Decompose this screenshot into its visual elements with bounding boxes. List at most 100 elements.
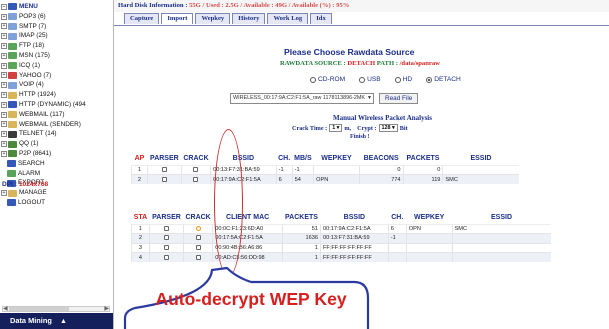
analysis-title: Manual Wireless Packet Analysis	[333, 114, 432, 122]
tree-item[interactable]: + WEBMAIL (117)	[1, 110, 113, 120]
source-radio[interactable]: HD	[394, 76, 412, 83]
column-header: PACKETS	[282, 212, 321, 225]
tree-item[interactable]: + TELNET (14)	[1, 129, 113, 139]
expand-icon[interactable]: +	[1, 92, 7, 99]
tree-item[interactable]: + P2P (8641)	[1, 149, 113, 159]
table-cell	[387, 242, 407, 253]
radio-dot[interactable]	[426, 76, 433, 83]
table-cell[interactable]	[146, 164, 182, 175]
tab-item[interactable]: History	[232, 13, 266, 24]
crack-checkbox[interactable]	[195, 244, 201, 250]
tree-item[interactable]: LOGOUT	[1, 198, 113, 208]
parser-checkbox[interactable]	[163, 235, 169, 241]
tree-item[interactable]: + QQ (1)	[1, 139, 113, 149]
table-row[interactable]: 3 00:90:4B:B6:A6:86 1 FF:FF:FF:FF:FF:FF	[131, 242, 551, 253]
table-cell[interactable]	[148, 242, 184, 253]
tree-item[interactable]: + SMTP (7)	[1, 22, 113, 32]
parser-checkbox[interactable]	[161, 166, 167, 172]
table-cell[interactable]	[182, 252, 213, 262]
table-cell[interactable]	[182, 242, 213, 253]
tab-item[interactable]: Work Log	[267, 13, 309, 24]
collapse-icon[interactable]: −	[1, 3, 7, 10]
table-cell[interactable]	[182, 223, 213, 234]
tree-horizontal-scrollbar[interactable]: ◀ ▶	[2, 305, 110, 312]
table-row[interactable]: 1 00:13:F7:31:BA:59 -1 -1 0 0	[131, 164, 519, 175]
tab-item[interactable]: Capture	[124, 13, 160, 24]
tree-item[interactable]: + MANAGE	[1, 188, 113, 198]
parser-checkbox[interactable]	[163, 254, 169, 260]
tab-item[interactable]: Import	[161, 13, 194, 24]
tree-item-label: P2P (8641)	[19, 149, 52, 157]
table-row[interactable]: 1 00:0C:F1:23:6D:A0 51 00:17:9A:C2:F1:5A 6 OP…	[131, 223, 551, 234]
tree-item[interactable]: + FTP (18)	[1, 41, 113, 51]
tree-item-label: VOIP (4)	[19, 81, 44, 89]
tree-item[interactable]: + ICQ (1)	[1, 61, 113, 71]
crack-checkbox[interactable]	[195, 235, 201, 241]
expand-icon[interactable]: +	[1, 150, 7, 157]
parser-checkbox[interactable]	[163, 225, 169, 231]
expand-icon[interactable]: +	[1, 72, 7, 79]
source-radio[interactable]: CD-ROM	[310, 76, 345, 83]
read-file-button[interactable]: Read File	[379, 93, 419, 104]
expand-icon[interactable]: +	[1, 52, 7, 59]
table-cell[interactable]	[182, 233, 213, 243]
tree-item[interactable]: + YAHOO (7)	[1, 71, 113, 81]
crack-checkbox[interactable]	[195, 254, 201, 260]
radio-dot[interactable]	[394, 76, 401, 83]
table-cell[interactable]	[148, 252, 184, 262]
table-cell	[405, 252, 453, 262]
parser-checkbox[interactable]	[161, 176, 167, 182]
source-radio[interactable]: DETACH	[426, 76, 461, 83]
expand-icon[interactable]: +	[1, 101, 7, 108]
table-cell: 1	[131, 164, 148, 175]
tab-item[interactable]: Idx	[310, 13, 332, 24]
tree-item[interactable]: ALARM	[1, 169, 113, 179]
expand-icon[interactable]: +	[1, 23, 7, 30]
path-value: /data/spanraw	[399, 60, 440, 67]
crack-checkbox[interactable]	[193, 176, 199, 182]
table-row[interactable]: 2 00:17:9A:C2:F1:5A 6 54 OPN 774 119 SMC	[131, 174, 519, 184]
scroll-thumb[interactable]	[9, 307, 69, 311]
expand-icon[interactable]: +	[1, 190, 7, 197]
expand-icon[interactable]: +	[1, 82, 7, 89]
scroll-left-arrow-icon[interactable]: ◀	[3, 305, 8, 312]
expand-icon[interactable]: +	[1, 121, 7, 128]
expand-icon[interactable]: +	[1, 43, 7, 50]
tree-item[interactable]: + HTTP (1924)	[1, 90, 113, 100]
crack-time-select[interactable]: 1 ▾	[329, 124, 343, 132]
crack-checkbox[interactable]	[195, 225, 201, 231]
table-cell: 4	[131, 252, 150, 262]
tree-item[interactable]: + WEBMAIL (SENDER)	[1, 120, 113, 130]
tree-item[interactable]: SEARCH	[1, 159, 113, 169]
crack-checkbox[interactable]	[193, 166, 199, 172]
table-cell[interactable]	[180, 164, 211, 175]
crack-settings: Crack Time : 1 ▾ m, Crypt : 128 ▾ Bit	[292, 124, 408, 132]
tree-item[interactable]: + MSN (175)	[1, 51, 113, 61]
expand-icon[interactable]: +	[1, 131, 7, 138]
tab-item[interactable]: Wepkey	[195, 13, 231, 24]
scroll-right-arrow-icon[interactable]: ▶	[104, 305, 109, 312]
tree-item[interactable]: + VOIP (4)	[1, 80, 113, 90]
table-row[interactable]: 4 00:AD:C5:56:DD:98 1 FF:FF:FF:FF:FF:FF	[131, 252, 551, 262]
source-radio[interactable]: USB	[359, 76, 381, 83]
expand-icon[interactable]: +	[1, 33, 7, 40]
tree-item[interactable]: − MENU	[1, 2, 113, 12]
expand-icon[interactable]: +	[1, 141, 7, 148]
table-cell[interactable]	[148, 233, 184, 243]
tree-item[interactable]: + POP3 (6)	[1, 12, 113, 22]
table-cell[interactable]	[180, 174, 211, 184]
expand-icon[interactable]: +	[1, 13, 7, 20]
parser-checkbox[interactable]	[163, 244, 169, 250]
rawdata-file-select[interactable]: WIRELESS_00:17:9A:C2:F1:5A_raw 117811389…	[230, 93, 374, 104]
table-row[interactable]: 2 00:17:5A:C2:F1:5A 1636 00:13:F7:31:BA:59-…	[131, 233, 551, 243]
radio-dot[interactable]	[359, 76, 366, 83]
tree-item[interactable]: + IMAP (25)	[1, 31, 113, 41]
data-mining-footer[interactable]: Data Mining ▲	[0, 313, 113, 329]
expand-icon[interactable]: +	[1, 62, 7, 69]
crypt-select[interactable]: 128 ▾	[378, 124, 398, 132]
table-cell[interactable]	[146, 174, 182, 184]
table-cell[interactable]	[148, 223, 184, 234]
tree-item[interactable]: + HTTP (DYNAMIC) (494	[1, 100, 113, 110]
radio-dot[interactable]	[310, 76, 316, 83]
expand-icon[interactable]: +	[1, 111, 7, 118]
